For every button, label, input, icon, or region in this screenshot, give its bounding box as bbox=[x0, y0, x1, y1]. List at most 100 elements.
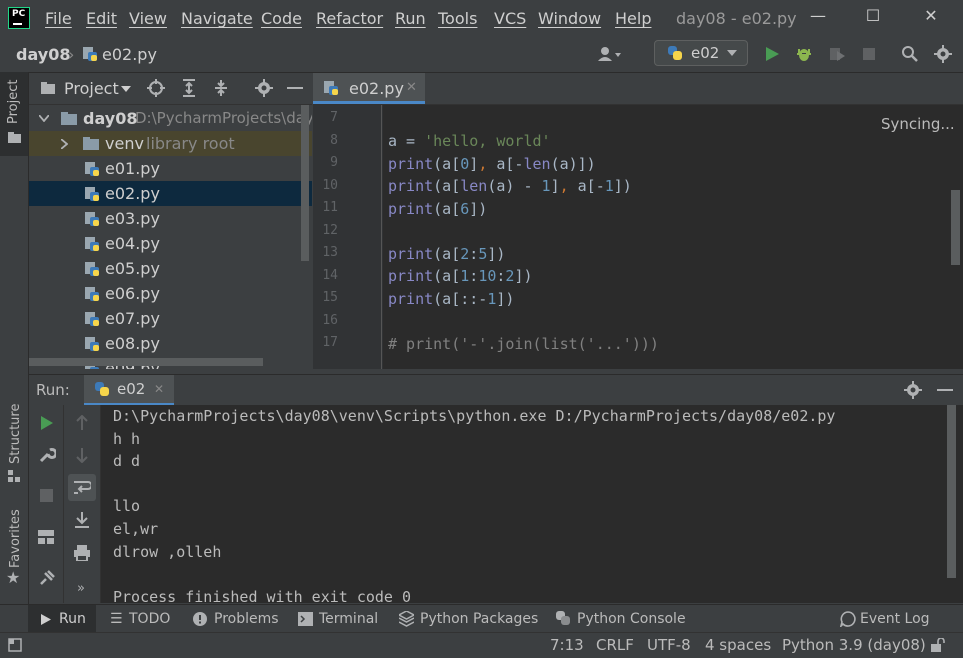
menu-refactor[interactable]: Refactor bbox=[316, 9, 383, 28]
menu-vcs[interactable]: VCS bbox=[494, 9, 526, 28]
project-tool-label[interactable]: Project bbox=[6, 80, 21, 124]
python-interpreter[interactable]: Python 3.9 (day08) bbox=[782, 636, 926, 654]
editor-scrollbar[interactable] bbox=[951, 190, 960, 265]
sync-status: Syncing... bbox=[881, 115, 955, 133]
navigation-bar: day08 › e02.py bbox=[0, 36, 963, 73]
menu-file[interactable]: File bbox=[45, 9, 72, 28]
close-run-tab-icon[interactable]: ✕ bbox=[154, 382, 164, 396]
run-panel-header: Run: e02 ✕ bbox=[29, 374, 963, 406]
unlock-icon[interactable] bbox=[931, 638, 945, 652]
run-console[interactable]: D:\PycharmProjects\day08\venv\Scripts\py… bbox=[101, 405, 963, 603]
event-log-tool-button[interactable]: Event Log bbox=[860, 611, 930, 627]
menu-help[interactable]: Help bbox=[615, 9, 651, 28]
run-tool-button[interactable]: Run bbox=[28, 605, 96, 633]
rerun-icon[interactable] bbox=[40, 416, 54, 430]
terminal-tool-button[interactable]: Terminal bbox=[319, 611, 378, 627]
close-tab-icon[interactable]: ✕ bbox=[406, 80, 417, 95]
code-line-10: print(a[len(a) - 1], a[-1]) bbox=[388, 177, 632, 195]
expand-all-icon[interactable] bbox=[181, 79, 197, 97]
locate-file-icon[interactable] bbox=[147, 79, 165, 97]
tree-file-row[interactable]: e05.py bbox=[29, 256, 312, 281]
scroll-to-end-icon[interactable] bbox=[73, 512, 91, 528]
indent-setting[interactable]: 4 spaces bbox=[705, 636, 771, 654]
menu-run[interactable]: Run bbox=[395, 9, 426, 28]
problems-tool-button[interactable]: Problems bbox=[214, 611, 279, 627]
code-line-17: # print('-'.join(list('...'))) bbox=[388, 335, 659, 353]
file-encoding[interactable]: UTF-8 bbox=[647, 636, 691, 654]
tree-file-row[interactable]: e01.py bbox=[29, 156, 312, 181]
close-button[interactable]: ✕ bbox=[916, 6, 946, 30]
wrench-icon[interactable] bbox=[38, 446, 56, 464]
structure-tool-label[interactable]: Structure bbox=[8, 404, 23, 464]
scroll-up-icon[interactable] bbox=[75, 415, 89, 431]
soft-wrap-button[interactable] bbox=[68, 474, 96, 501]
run-tab-e02[interactable]: e02 ✕ bbox=[84, 375, 174, 406]
line-number: 15 bbox=[322, 290, 338, 305]
python-file-icon bbox=[85, 287, 99, 301]
tree-venv-row[interactable]: venv library root bbox=[29, 131, 312, 156]
layout-icon[interactable] bbox=[38, 530, 54, 544]
horizontal-scrollbar[interactable] bbox=[29, 358, 263, 366]
menu-navigate[interactable]: Navigate bbox=[181, 9, 253, 28]
account-icon[interactable] bbox=[598, 46, 622, 62]
toggle-tool-windows-icon[interactable] bbox=[8, 638, 22, 652]
pin-icon[interactable] bbox=[39, 570, 55, 586]
project-panel-title[interactable]: Project bbox=[64, 79, 119, 98]
breadcrumb-project[interactable]: day08 bbox=[16, 45, 70, 64]
code-editor[interactable]: 7 8 9 10 11 12 13 14 15 16 17 a = 'hello, world' p… bbox=[313, 105, 963, 369]
debug-icon[interactable] bbox=[795, 45, 813, 63]
tree-file-label: e03.py bbox=[105, 209, 160, 228]
python-file-icon bbox=[83, 47, 97, 61]
tree-file-row[interactable]: e03.py bbox=[29, 206, 312, 231]
stop-icon[interactable] bbox=[40, 489, 53, 502]
hide-panel-icon[interactable] bbox=[287, 87, 303, 89]
settings-gear-icon[interactable] bbox=[934, 45, 952, 63]
tree-collapsed-chevron-icon[interactable] bbox=[61, 139, 68, 149]
console-scrollbar[interactable] bbox=[947, 405, 956, 578]
console-output-line: D:\PycharmProjects\day08\venv\Scripts\py… bbox=[113, 407, 836, 425]
search-icon[interactable] bbox=[901, 45, 919, 63]
stop-icon[interactable] bbox=[862, 47, 876, 61]
minimize-button[interactable]: — bbox=[803, 6, 833, 30]
todo-tool-button[interactable]: TODO bbox=[129, 611, 170, 627]
tree-root-row[interactable]: day08 D:\PycharmProjects\day08 bbox=[29, 106, 312, 131]
menu-code[interactable]: Code bbox=[261, 9, 302, 28]
caret-position[interactable]: 7:13 bbox=[550, 636, 584, 654]
collapse-all-icon[interactable] bbox=[213, 79, 229, 97]
run-settings-gear-icon[interactable] bbox=[904, 381, 922, 399]
code-line-15: print(a[::-1]) bbox=[388, 290, 515, 308]
editor-tab-e02[interactable]: e02.py ✕ bbox=[313, 73, 425, 104]
soft-wrap-icon bbox=[74, 481, 91, 494]
run-coverage-icon[interactable] bbox=[828, 45, 846, 63]
menu-edit[interactable]: Edit bbox=[86, 9, 117, 28]
project-view-chevron-icon[interactable] bbox=[121, 86, 131, 92]
breadcrumb-file[interactable]: e02.py bbox=[102, 45, 157, 64]
tree-file-row[interactable]: e08.py bbox=[29, 331, 312, 356]
run-config-selector[interactable]: e02 bbox=[654, 40, 748, 66]
menu-tools[interactable]: Tools bbox=[438, 9, 477, 28]
hide-run-panel-icon[interactable] bbox=[937, 389, 953, 391]
menu-window[interactable]: Window bbox=[538, 9, 601, 28]
tree-file-row[interactable]: e06.py bbox=[29, 281, 312, 306]
tree-file-label: e06.py bbox=[105, 284, 160, 303]
line-separator[interactable]: CRLF bbox=[596, 636, 634, 654]
more-actions-icon[interactable]: » bbox=[77, 581, 85, 596]
line-number: 9 bbox=[330, 155, 338, 170]
scroll-down-icon[interactable] bbox=[75, 447, 89, 463]
window-title: day08 - e02.py bbox=[676, 9, 797, 28]
vertical-scrollbar[interactable] bbox=[301, 105, 309, 261]
tree-file-row[interactable]: e04.py bbox=[29, 231, 312, 256]
tree-file-row[interactable]: e07.py bbox=[29, 306, 312, 331]
project-settings-gear-icon[interactable] bbox=[255, 79, 273, 97]
tree-expanded-chevron-icon[interactable] bbox=[39, 115, 49, 122]
project-root-name: day08 bbox=[83, 109, 138, 128]
python-console-tool-button[interactable]: Python Console bbox=[577, 611, 686, 627]
run-icon[interactable] bbox=[764, 46, 780, 62]
maximize-button[interactable]: ☐ bbox=[858, 6, 888, 30]
python-packages-tool-button[interactable]: Python Packages bbox=[420, 611, 538, 627]
print-icon[interactable] bbox=[74, 545, 90, 561]
problems-icon bbox=[193, 612, 207, 626]
favorites-tool-label[interactable]: Favorites bbox=[8, 509, 23, 568]
tree-file-row[interactable]: e02.py bbox=[29, 181, 312, 206]
menu-view[interactable]: View bbox=[129, 9, 167, 28]
